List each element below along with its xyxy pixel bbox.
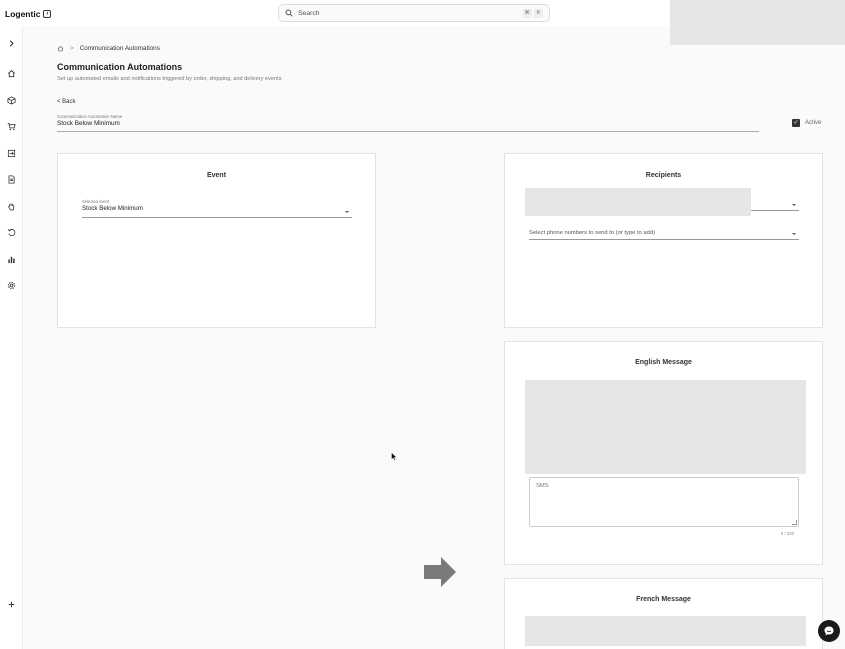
settings-icon[interactable] bbox=[6, 280, 16, 290]
app-name: Logentic bbox=[5, 9, 41, 19]
chevron-down-icon bbox=[345, 211, 349, 213]
recipients-card-title: Recipients bbox=[645, 172, 682, 179]
chat-support-button[interactable] bbox=[818, 620, 840, 642]
search-bar[interactable]: Search ⌘ K bbox=[278, 4, 550, 22]
home-breadcrumb-icon[interactable] bbox=[57, 45, 64, 52]
sms-textarea[interactable]: SMS bbox=[529, 477, 799, 527]
chevron-down-icon bbox=[792, 204, 796, 206]
sidebar bbox=[0, 26, 23, 649]
breadcrumb: > Communication Automations bbox=[57, 45, 160, 52]
english-email-editor-placeholder bbox=[525, 380, 806, 474]
event-select-label: Selected event bbox=[82, 199, 110, 204]
mouse-cursor-icon bbox=[391, 452, 397, 461]
chart-icon[interactable] bbox=[6, 254, 16, 264]
phone-recipients-placeholder: Select phone numbers to send to (or type… bbox=[529, 230, 655, 236]
expand-icon[interactable] bbox=[6, 38, 16, 48]
automation-name-field[interactable]: Communication Automation Name Stock Belo… bbox=[57, 114, 759, 132]
app-logo[interactable]: Logentic ‹ bbox=[5, 9, 52, 19]
french-message-card: French Message bbox=[504, 578, 823, 649]
breadcrumb-separator: > bbox=[70, 45, 74, 52]
shortcut-key: K bbox=[534, 8, 543, 18]
automation-name-input[interactable]: Stock Below Minimum bbox=[57, 120, 759, 127]
home-icon[interactable] bbox=[6, 68, 16, 78]
event-card: Event Selected event Stock Below Minimum bbox=[57, 153, 376, 328]
breadcrumb-current: Communication Automations bbox=[79, 45, 160, 52]
french-message-title: French Message bbox=[636, 596, 691, 603]
recipients-card: Recipients Select phone numbers to send … bbox=[504, 153, 823, 328]
search-icon bbox=[285, 9, 293, 17]
back-link[interactable]: < Back bbox=[57, 99, 76, 105]
sms-placeholder: SMS bbox=[536, 483, 549, 489]
cart-icon[interactable] bbox=[6, 121, 16, 131]
email-recipients-select[interactable] bbox=[751, 198, 799, 211]
active-toggle[interactable]: ✓ Active bbox=[792, 119, 821, 127]
inbound-icon[interactable] bbox=[6, 148, 16, 158]
chevron-down-icon bbox=[792, 233, 796, 235]
collapse-sidebar-icon[interactable]: ‹ bbox=[43, 10, 52, 18]
returns-icon[interactable] bbox=[6, 227, 16, 237]
search-input[interactable]: Search bbox=[298, 10, 521, 17]
resize-handle-icon[interactable] bbox=[792, 520, 797, 525]
event-select-value: Stock Below Minimum bbox=[82, 205, 143, 212]
box-icon[interactable] bbox=[6, 95, 16, 105]
french-email-editor-placeholder bbox=[525, 616, 806, 646]
chat-icon bbox=[824, 626, 834, 636]
automation-name-label: Communication Automation Name bbox=[57, 114, 123, 119]
plus-icon[interactable] bbox=[6, 599, 16, 609]
account-area-placeholder bbox=[670, 0, 845, 45]
active-checkbox[interactable]: ✓ bbox=[792, 119, 800, 127]
sms-char-count: 0 / 320 bbox=[780, 531, 794, 536]
recipients-email-placeholder bbox=[525, 188, 751, 216]
arrow-right-icon[interactable] bbox=[424, 557, 456, 587]
page-title: Communication Automations bbox=[57, 62, 183, 72]
hand-icon[interactable] bbox=[6, 201, 16, 211]
event-select[interactable]: Selected event Stock Below Minimum bbox=[82, 199, 352, 218]
active-label: Active bbox=[805, 120, 822, 126]
event-card-title: Event bbox=[206, 172, 227, 179]
shortcut-mod-key: ⌘ bbox=[522, 8, 532, 18]
english-message-card: English Message SMS 0 / 320 bbox=[504, 341, 823, 565]
page-subtitle: Set up automated emails and notification… bbox=[57, 76, 282, 82]
document-icon[interactable] bbox=[6, 174, 16, 184]
phone-recipients-select[interactable]: Select phone numbers to send to (or type… bbox=[529, 227, 799, 240]
english-message-title: English Message bbox=[635, 359, 692, 366]
